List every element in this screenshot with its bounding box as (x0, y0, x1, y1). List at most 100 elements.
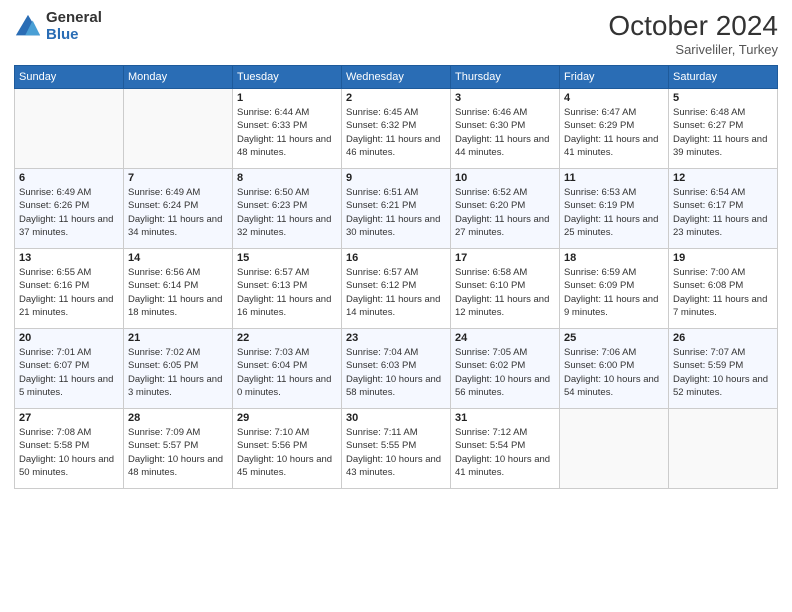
day-info: Sunrise: 6:57 AM Sunset: 6:12 PM Dayligh… (346, 266, 446, 319)
calendar-cell: 2Sunrise: 6:45 AM Sunset: 6:32 PM Daylig… (342, 89, 451, 169)
day-number: 30 (346, 412, 446, 424)
day-info: Sunrise: 6:49 AM Sunset: 6:24 PM Dayligh… (128, 186, 228, 239)
page: General Blue October 2024 Sariveliler, T… (0, 0, 792, 612)
day-info: Sunrise: 7:07 AM Sunset: 5:59 PM Dayligh… (673, 346, 773, 399)
col-sunday: Sunday (15, 66, 124, 89)
day-number: 10 (455, 172, 555, 184)
calendar-week-row: 1 Sunrise: 6:44 AM Sunset: 6:33 PM Daylig… (15, 89, 778, 169)
calendar-cell: 9 Sunrise: 6:51 AM Sunset: 6:21 PM Daylig… (342, 169, 451, 249)
day-number: 7 (128, 172, 228, 184)
calendar-cell: 31 Sunrise: 7:12 AM Sunset: 5:54 PM Dayli… (451, 409, 560, 489)
calendar-cell: 26 Sunrise: 7:07 AM Sunset: 5:59 PM Dayli… (669, 329, 778, 409)
day-number: 1 (237, 92, 337, 104)
calendar-cell: 16 Sunrise: 6:57 AM Sunset: 6:12 PM Dayli… (342, 249, 451, 329)
day-info: Sunrise: 7:02 AM Sunset: 6:05 PM Dayligh… (128, 346, 228, 399)
day-info: Sunrise: 7:04 AM Sunset: 6:03 PM Dayligh… (346, 346, 446, 399)
calendar-week-row: 13 Sunrise: 6:55 AM Sunset: 6:16 PM Dayli… (15, 249, 778, 329)
col-thursday: Thursday (451, 66, 560, 89)
calendar-table: Sunday Monday Tuesday Wednesday Thursday… (14, 65, 778, 489)
logo-blue: Blue (46, 27, 102, 44)
calendar-cell: 18 Sunrise: 6:59 AM Sunset: 6:09 PM Dayli… (560, 249, 669, 329)
day-number: 29 (237, 412, 337, 424)
day-number: 9 (346, 172, 446, 184)
calendar-week-row: 20 Sunrise: 7:01 AM Sunset: 6:07 PM Dayli… (15, 329, 778, 409)
calendar-cell: 12Sunrise: 6:54 AM Sunset: 6:17 PM Dayli… (669, 169, 778, 249)
calendar-cell: 17 Sunrise: 6:58 AM Sunset: 6:10 PM Dayli… (451, 249, 560, 329)
day-info: Sunrise: 6:49 AM Sunset: 6:26 PM Dayligh… (19, 186, 119, 239)
day-info: Sunrise: 7:12 AM Sunset: 5:54 PM Dayligh… (455, 426, 555, 479)
day-info: Sunrise: 7:06 AM Sunset: 6:00 PM Dayligh… (564, 346, 664, 399)
day-info: Sunrise: 6:47 AM Sunset: 6:29 PM Dayligh… (564, 106, 664, 159)
day-info: Sunrise: 6:58 AM Sunset: 6:10 PM Dayligh… (455, 266, 555, 319)
day-info: Sunrise: 7:11 AM Sunset: 5:55 PM Dayligh… (346, 426, 446, 479)
calendar-cell (669, 409, 778, 489)
day-number: 23 (346, 332, 446, 344)
day-info: Sunrise: 7:01 AM Sunset: 6:07 PM Dayligh… (19, 346, 119, 399)
calendar-cell: 7 Sunrise: 6:49 AM Sunset: 6:24 PM Daylig… (124, 169, 233, 249)
day-number: 15 (237, 252, 337, 264)
day-number: 28 (128, 412, 228, 424)
day-info: Sunrise: 6:51 AM Sunset: 6:21 PM Dayligh… (346, 186, 446, 239)
calendar-cell (124, 89, 233, 169)
calendar-header-row: Sunday Monday Tuesday Wednesday Thursday… (15, 66, 778, 89)
day-number: 11 (564, 172, 664, 184)
day-info: Sunrise: 7:08 AM Sunset: 5:58 PM Dayligh… (19, 426, 119, 479)
logo-text: General Blue (46, 10, 102, 43)
calendar-cell: 5 Sunrise: 6:48 AM Sunset: 6:27 PM Daylig… (669, 89, 778, 169)
calendar-cell: 15 Sunrise: 6:57 AM Sunset: 6:13 PM Dayli… (233, 249, 342, 329)
month-year: October 2024 (608, 10, 778, 42)
day-info: Sunrise: 7:00 AM Sunset: 6:08 PM Dayligh… (673, 266, 773, 319)
calendar-cell: 11 Sunrise: 6:53 AM Sunset: 6:19 PM Dayli… (560, 169, 669, 249)
day-number: 13 (19, 252, 119, 264)
day-number: 8 (237, 172, 337, 184)
calendar-cell: 14Sunrise: 6:56 AM Sunset: 6:14 PM Dayli… (124, 249, 233, 329)
calendar-cell: 1 Sunrise: 6:44 AM Sunset: 6:33 PM Daylig… (233, 89, 342, 169)
calendar-cell: 4 Sunrise: 6:47 AM Sunset: 6:29 PM Daylig… (560, 89, 669, 169)
logo: General Blue (14, 10, 102, 43)
day-number: 17 (455, 252, 555, 264)
day-info: Sunrise: 6:52 AM Sunset: 6:20 PM Dayligh… (455, 186, 555, 239)
calendar-cell: 22Sunrise: 7:03 AM Sunset: 6:04 PM Dayli… (233, 329, 342, 409)
logo-general: General (46, 10, 102, 27)
day-info: Sunrise: 7:10 AM Sunset: 5:56 PM Dayligh… (237, 426, 337, 479)
day-number: 2 (346, 92, 446, 104)
day-number: 19 (673, 252, 773, 264)
calendar-week-row: 6 Sunrise: 6:49 AM Sunset: 6:26 PM Daylig… (15, 169, 778, 249)
col-friday: Friday (560, 66, 669, 89)
day-number: 25 (564, 332, 664, 344)
day-number: 27 (19, 412, 119, 424)
day-info: Sunrise: 6:48 AM Sunset: 6:27 PM Dayligh… (673, 106, 773, 159)
day-number: 16 (346, 252, 446, 264)
day-number: 18 (564, 252, 664, 264)
day-info: Sunrise: 7:03 AM Sunset: 6:04 PM Dayligh… (237, 346, 337, 399)
calendar-week-row: 27 Sunrise: 7:08 AM Sunset: 5:58 PM Dayli… (15, 409, 778, 489)
day-info: Sunrise: 7:09 AM Sunset: 5:57 PM Dayligh… (128, 426, 228, 479)
day-info: Sunrise: 6:50 AM Sunset: 6:23 PM Dayligh… (237, 186, 337, 239)
day-number: 6 (19, 172, 119, 184)
title-block: October 2024 Sariveliler, Turkey (608, 10, 778, 57)
day-info: Sunrise: 6:59 AM Sunset: 6:09 PM Dayligh… (564, 266, 664, 319)
day-number: 26 (673, 332, 773, 344)
calendar-cell: 10 Sunrise: 6:52 AM Sunset: 6:20 PM Dayli… (451, 169, 560, 249)
calendar-cell: 6 Sunrise: 6:49 AM Sunset: 6:26 PM Daylig… (15, 169, 124, 249)
day-number: 24 (455, 332, 555, 344)
calendar-cell: 30 Sunrise: 7:11 AM Sunset: 5:55 PM Dayli… (342, 409, 451, 489)
calendar-cell: 19 Sunrise: 7:00 AM Sunset: 6:08 PM Dayli… (669, 249, 778, 329)
calendar-cell (15, 89, 124, 169)
day-info: Sunrise: 6:57 AM Sunset: 6:13 PM Dayligh… (237, 266, 337, 319)
col-saturday: Saturday (669, 66, 778, 89)
day-info: Sunrise: 6:56 AM Sunset: 6:14 PM Dayligh… (128, 266, 228, 319)
day-number: 20 (19, 332, 119, 344)
day-info: Sunrise: 6:53 AM Sunset: 6:19 PM Dayligh… (564, 186, 664, 239)
calendar-cell: 13 Sunrise: 6:55 AM Sunset: 6:16 PM Dayli… (15, 249, 124, 329)
day-number: 21 (128, 332, 228, 344)
col-tuesday: Tuesday (233, 66, 342, 89)
day-number: 4 (564, 92, 664, 104)
day-info: Sunrise: 6:55 AM Sunset: 6:16 PM Dayligh… (19, 266, 119, 319)
day-number: 31 (455, 412, 555, 424)
calendar-cell: 23 Sunrise: 7:04 AM Sunset: 6:03 PM Dayli… (342, 329, 451, 409)
day-number: 5 (673, 92, 773, 104)
calendar-cell: 24Sunrise: 7:05 AM Sunset: 6:02 PM Dayli… (451, 329, 560, 409)
day-info: Sunrise: 6:44 AM Sunset: 6:33 PM Dayligh… (237, 106, 337, 159)
calendar-cell: 8 Sunrise: 6:50 AM Sunset: 6:23 PM Daylig… (233, 169, 342, 249)
